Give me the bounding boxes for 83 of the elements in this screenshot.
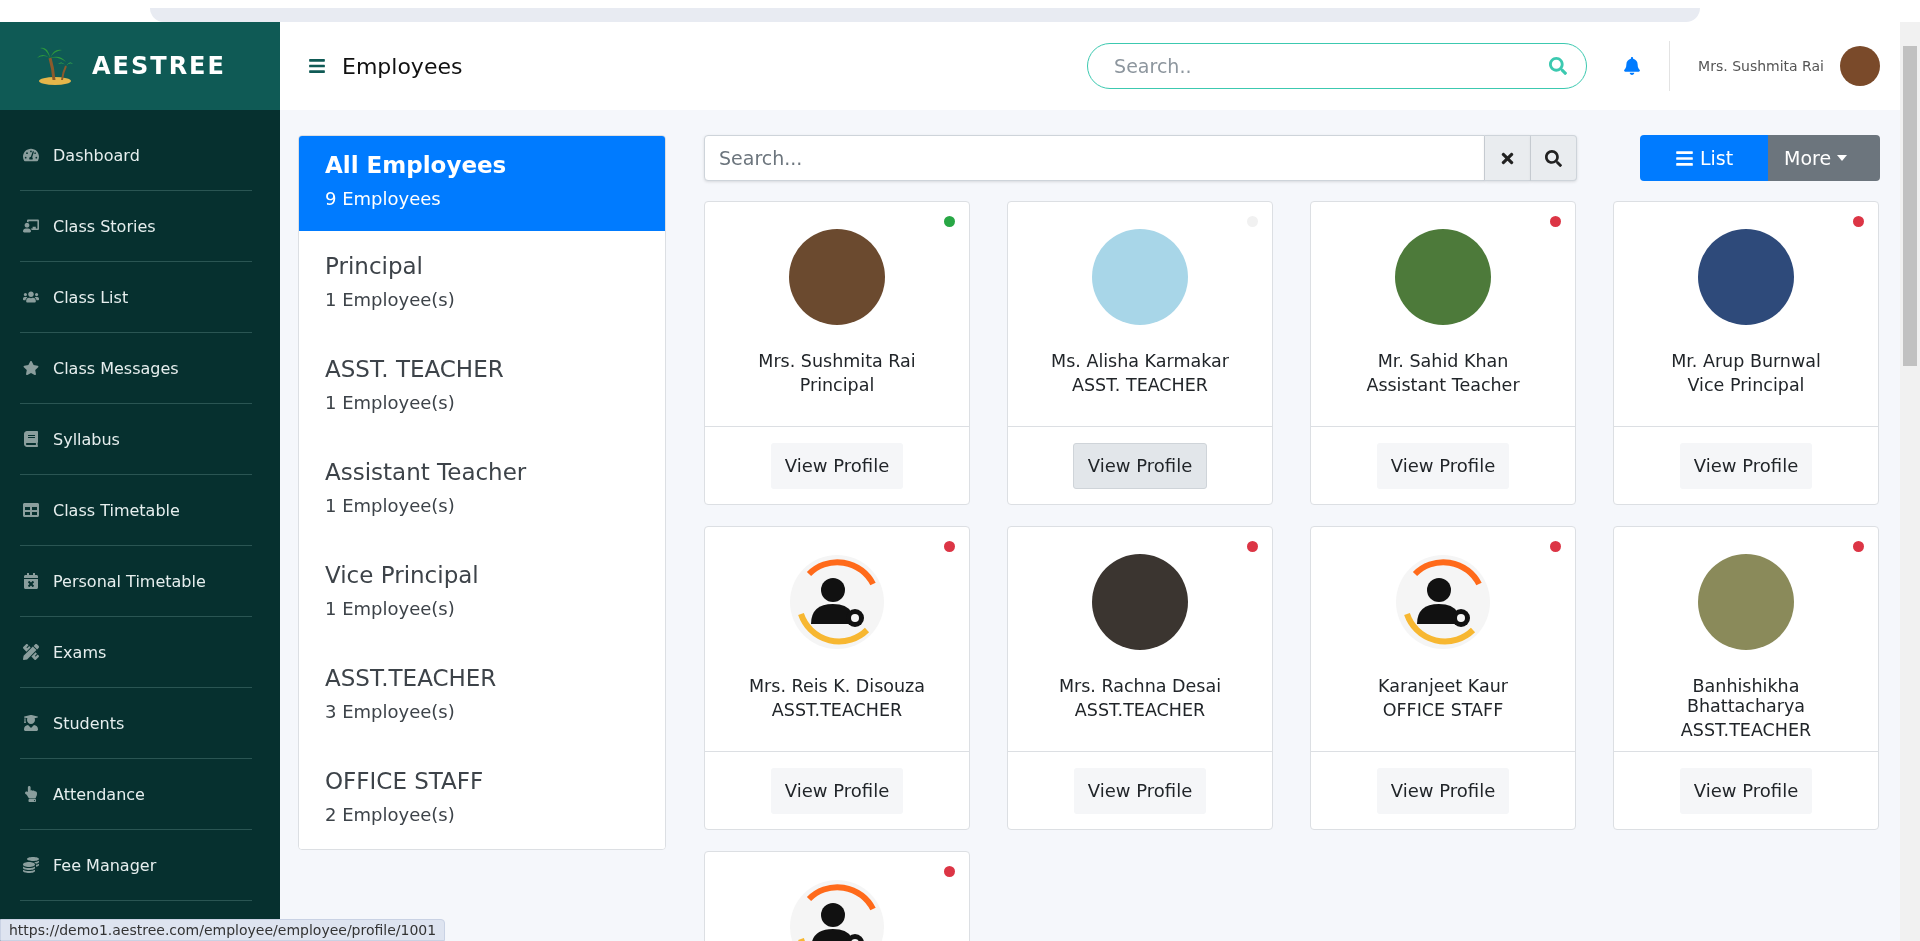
list-icon	[1674, 148, 1694, 168]
sidebar-item[interactable]: Attendance	[20, 759, 252, 830]
employee-role: Assistant Teacher	[1366, 375, 1520, 395]
sidebar-item[interactable]: Class Stories	[20, 191, 252, 262]
list-view-button[interactable]: List	[1640, 135, 1768, 181]
search-field[interactable]: Search..	[1087, 43, 1588, 89]
view-profile-button[interactable]: View Profile	[1073, 767, 1207, 814]
sidebar-item-icon	[23, 786, 39, 802]
sidebar-item[interactable]: Class Timetable	[20, 475, 252, 546]
category-count: 1 Employee(s)	[325, 289, 456, 310]
employee-name: Ms. Alisha Karmakar	[1050, 351, 1230, 371]
employee-role: ASST. TEACHER	[1072, 375, 1208, 395]
category-count: 1 Employee(s)	[325, 495, 456, 516]
status-url: https://demo1.aestree.com/employee/employee/profile/1001	[0, 919, 446, 941]
page-title: Employees	[342, 53, 464, 79]
employee-role: Principal	[799, 375, 875, 395]
search-icon	[1545, 149, 1562, 167]
employee-role: ASST.TEACHER	[771, 700, 903, 720]
employee-role: ASST.TEACHER	[1680, 720, 1812, 740]
category-title: Principal	[325, 253, 424, 279]
view-profile-button[interactable]: View Profile	[1072, 442, 1208, 489]
sidebar-item[interactable]: Class Messages	[20, 333, 252, 404]
sidebar-item[interactable]: Exams	[20, 617, 252, 688]
user-gear-avatar-icon	[789, 554, 885, 650]
more-dropdown-button[interactable]: More	[1768, 135, 1880, 181]
sidebar-item-icon	[23, 715, 39, 731]
view-profile-button[interactable]: View Profile	[1679, 442, 1813, 489]
employee-name: Mrs. Reis K. Disouza	[748, 676, 926, 696]
scrollbar-track[interactable]	[1900, 22, 1920, 941]
palm-tree-icon	[36, 46, 74, 86]
brand-logo-text: AESTREE	[92, 52, 226, 80]
category-count: 1 Employee(s)	[325, 598, 456, 619]
sidebar-item-icon	[23, 431, 39, 447]
sidebar-item-icon	[23, 218, 39, 234]
sidebar-item[interactable]: Fee Manager	[20, 830, 252, 901]
category-count: 3 Employee(s)	[325, 701, 456, 722]
employee-role: Vice Principal	[1687, 375, 1805, 395]
view-profile-button[interactable]: View Profile	[770, 442, 904, 489]
employee-name: Mr. Sahid Khan	[1376, 351, 1510, 371]
search-icon[interactable]	[1549, 57, 1568, 75]
employee-search-field[interactable]: Search...	[704, 135, 1485, 181]
sidebar-item[interactable]: Students	[20, 688, 252, 759]
search-button[interactable]	[1531, 135, 1577, 181]
sidebar-item-icon	[23, 573, 39, 589]
sidebar-item-icon	[23, 857, 39, 873]
sidebar-item[interactable]: Syllabus	[20, 404, 252, 475]
user-avatar[interactable]	[1840, 46, 1880, 86]
user-name[interactable]: Mrs. Sushmita Rai	[1698, 58, 1824, 74]
employee-role: ASST.TEACHER	[1074, 700, 1206, 720]
sidebar-item[interactable]: Dashboard	[20, 120, 252, 191]
category-title: Assistant Teacher	[325, 459, 528, 485]
view-profile-button[interactable]: View Profile	[1679, 767, 1813, 814]
sidebar-item-icon	[23, 502, 39, 518]
employee-name: Mr. Arup Burnwal	[1670, 351, 1822, 371]
category-count: 1 Employee(s)	[325, 392, 456, 413]
sidebar-item-icon	[23, 289, 39, 305]
sidebar-item-icon	[23, 147, 39, 163]
category-count: 2 Employee(s)	[325, 804, 456, 825]
employee-role: OFFICE STAFF	[1382, 700, 1504, 720]
clear-button[interactable]	[1485, 135, 1531, 181]
employee-name: Mrs. Sushmita Rai	[757, 351, 917, 371]
sidebar-item[interactable]: Personal Timetable	[20, 546, 252, 617]
sidebar-item-icon	[23, 644, 39, 660]
employee-name: Mrs. Rachna Desai	[1057, 676, 1223, 696]
category-title: OFFICE STAFF	[325, 768, 485, 794]
category-title: All Employees	[325, 152, 508, 178]
category-title: Vice Principal	[325, 562, 480, 588]
caret-icon	[1837, 155, 1848, 161]
menu-icon[interactable]	[308, 57, 326, 75]
user-gear-avatar-icon	[1395, 554, 1491, 650]
category-item[interactable]: All Employees 9 Employees	[299, 136, 665, 231]
category-title: ASST. TEACHER	[325, 356, 505, 382]
category-title: ASST.TEACHER	[325, 665, 498, 691]
employee-name: Banhishikha Bhattacharya	[1686, 676, 1806, 716]
employee-name: Karanjeet Kaur	[1377, 676, 1509, 696]
view-profile-button[interactable]: View Profile	[1376, 767, 1510, 814]
category-count: 9 Employees	[325, 188, 442, 209]
scrollbar-thumb[interactable]	[1903, 46, 1917, 366]
sidebar-item[interactable]: Class List	[20, 262, 252, 333]
sidebar-item-icon	[23, 360, 39, 376]
view-profile-button[interactable]: View Profile	[770, 767, 904, 814]
view-profile-button[interactable]: View Profile	[1376, 442, 1510, 489]
bell-icon[interactable]	[1623, 57, 1642, 75]
